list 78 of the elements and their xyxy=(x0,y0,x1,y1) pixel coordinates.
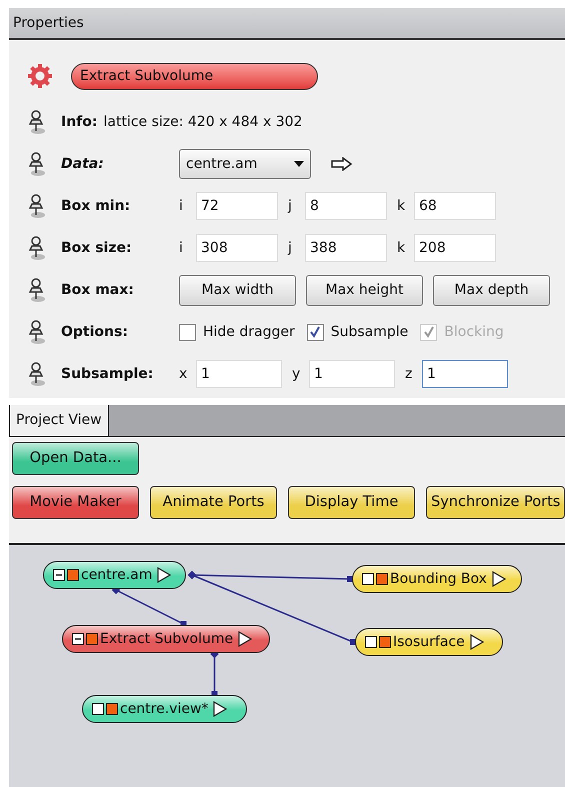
number-field[interactable]: 208 xyxy=(414,234,496,262)
port-label: Box size: xyxy=(61,240,132,256)
node-label: Bounding Box xyxy=(390,570,487,588)
gear-icon[interactable] xyxy=(27,63,53,89)
checkbox[interactable] xyxy=(179,324,196,340)
port-label: Subsample: xyxy=(61,366,154,382)
info-text: lattice size: 420 x 484 x 302 xyxy=(103,112,302,132)
port-label: Data: xyxy=(61,156,104,172)
node-label: centre.view* xyxy=(120,700,208,718)
axis-label: y xyxy=(292,364,302,384)
toolbar-button[interactable]: Synchronize Ports xyxy=(426,486,565,519)
collapse-icon[interactable] xyxy=(53,569,65,581)
data-dropdown[interactable]: centre.am xyxy=(179,149,311,179)
number-field[interactable]: 1 xyxy=(196,360,282,388)
axis-label: i xyxy=(179,196,184,216)
toolbar-button[interactable]: Animate Ports xyxy=(150,486,277,519)
number-field[interactable]: 68 xyxy=(414,192,496,220)
play-icon[interactable] xyxy=(470,634,484,650)
pin-icon[interactable] xyxy=(27,151,47,177)
pin-icon[interactable] xyxy=(27,193,47,219)
toggle-icon[interactable] xyxy=(365,636,377,648)
module-node[interactable]: Bounding Box xyxy=(352,565,522,593)
pin-icon[interactable] xyxy=(27,235,47,261)
pin-icon[interactable] xyxy=(27,361,47,387)
axis-label: k xyxy=(397,196,406,216)
node-label: Isosurface xyxy=(393,632,465,652)
axis-label: j xyxy=(288,238,293,258)
max-button[interactable]: Max height xyxy=(306,274,423,306)
toolbar-button[interactable]: Open Data... xyxy=(12,442,139,475)
visibility-icon[interactable] xyxy=(376,573,388,585)
play-icon[interactable] xyxy=(213,701,228,717)
pin-icon[interactable] xyxy=(27,319,47,345)
max-button[interactable]: Max depth xyxy=(433,274,550,306)
checkbox-label: Blocking xyxy=(444,322,504,342)
number-field[interactable]: 8 xyxy=(305,192,387,220)
tab[interactable]: Project View xyxy=(9,405,109,436)
axis-label: k xyxy=(397,238,406,258)
checkbox-label: Hide dragger xyxy=(203,322,295,342)
port-label: Info: xyxy=(61,114,98,130)
max-button[interactable]: Max width xyxy=(179,274,296,306)
axis-label: z xyxy=(405,364,414,384)
port-label: Box min: xyxy=(61,198,130,214)
checkbox[interactable] xyxy=(306,324,324,340)
toggle-icon[interactable] xyxy=(92,703,104,715)
visibility-icon[interactable] xyxy=(86,633,98,645)
toolbar-button[interactable]: Display Time xyxy=(288,486,415,519)
visibility-icon[interactable] xyxy=(106,703,118,715)
play-icon[interactable] xyxy=(238,631,252,647)
pin-icon[interactable] xyxy=(27,109,47,135)
checkbox-label: Subsample xyxy=(330,322,408,342)
axis-label: j xyxy=(288,196,293,216)
node-label: Extract Subvolume xyxy=(100,630,234,648)
visibility-icon[interactable] xyxy=(67,569,79,581)
number-field[interactable]: 72 xyxy=(196,192,278,220)
play-icon[interactable] xyxy=(157,567,172,583)
number-field[interactable]: 388 xyxy=(305,234,387,262)
module-node[interactable]: Isosurface xyxy=(355,628,503,656)
pin-icon[interactable] xyxy=(27,277,47,303)
dropdown-caret-icon xyxy=(294,161,304,167)
visibility-icon[interactable] xyxy=(379,636,391,648)
panel-title: Properties xyxy=(13,14,84,32)
number-field[interactable]: 308 xyxy=(196,234,278,262)
axis-label: i xyxy=(179,238,184,258)
number-field[interactable]: 1 xyxy=(422,360,508,388)
module-node[interactable]: Extract Subvolume xyxy=(62,625,270,653)
module-node[interactable]: centre.am xyxy=(43,561,186,589)
toolbar-button[interactable]: Movie Maker xyxy=(12,486,139,519)
collapse-icon[interactable] xyxy=(72,633,84,645)
axis-label: x xyxy=(179,364,188,384)
module-button[interactable]: Extract Subvolume xyxy=(71,62,318,90)
module-node[interactable]: centre.view* xyxy=(82,695,247,723)
play-icon[interactable] xyxy=(492,571,506,587)
node-label: centre.am xyxy=(81,566,152,584)
number-field[interactable]: 1 xyxy=(309,360,395,388)
arrow-right-icon[interactable] xyxy=(331,157,353,171)
toggle-icon[interactable] xyxy=(362,573,374,585)
port-label: Box max: xyxy=(61,282,134,298)
port-label: Options: xyxy=(61,324,128,340)
